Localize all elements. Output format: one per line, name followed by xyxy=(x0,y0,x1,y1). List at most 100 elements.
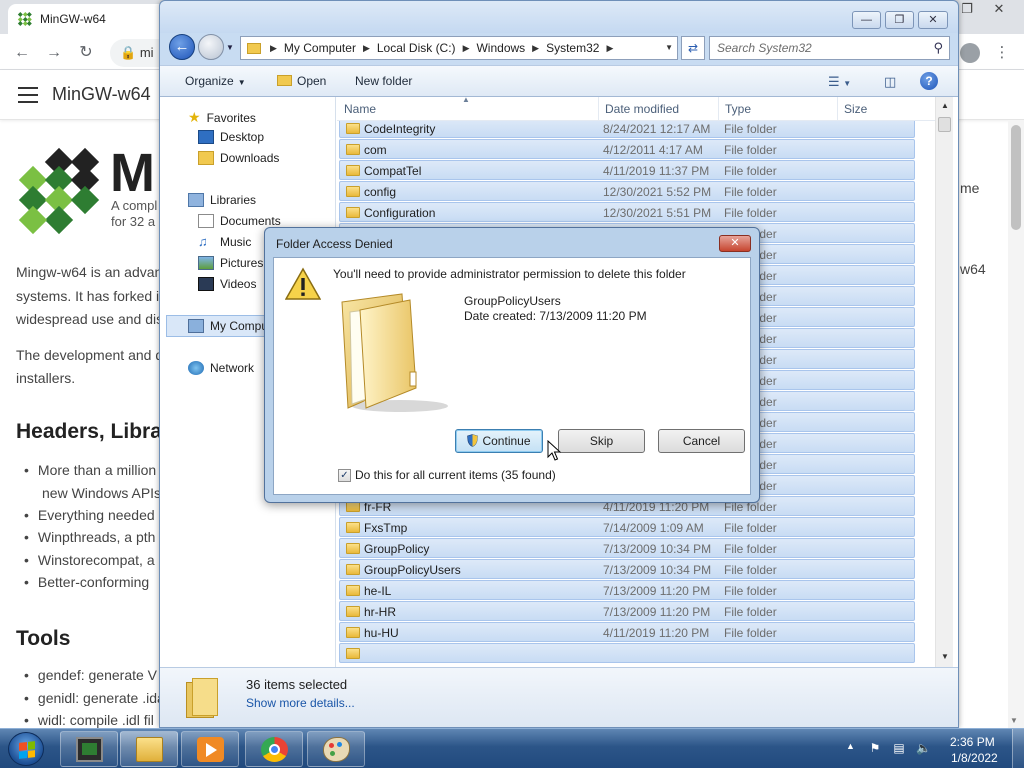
nav-libraries[interactable]: Libraries xyxy=(188,193,256,207)
search-input[interactable]: Search System32 ⚲ xyxy=(709,36,950,60)
apply-to-all-checkbox[interactable]: ✓ xyxy=(338,469,351,482)
scroll-down-icon[interactable]: ▼ xyxy=(941,652,949,661)
forward-arrow-icon[interactable] xyxy=(198,34,224,60)
file-row[interactable]: GroupPolicyUsers 7/13/2009 10:34 PM File f… xyxy=(339,559,915,579)
organize-button[interactable]: Organize ▼ xyxy=(185,74,246,88)
explorer-title-bar[interactable]: — ❐ ✕ xyxy=(160,1,958,33)
dialog-close-button[interactable]: ✕ xyxy=(719,235,751,252)
continue-button[interactable]: Continue xyxy=(455,429,543,453)
file-row[interactable]: CodeIntegrity 8/24/2021 12:17 AM File fold… xyxy=(339,121,915,138)
browser-tab[interactable]: MinGW-w64 xyxy=(8,4,168,34)
column-size[interactable]: Size xyxy=(844,102,867,116)
file-row[interactable]: he-IL 7/13/2009 11:20 PM File folder xyxy=(339,580,915,600)
show-desktop-button[interactable] xyxy=(1012,729,1024,768)
chevron-right-icon[interactable]: ▶ xyxy=(603,43,616,54)
back-arrow-icon[interactable]: ← xyxy=(169,34,195,60)
taskbar-chrome-browser[interactable] xyxy=(245,731,303,767)
breadcrumb-windows[interactable]: Windows xyxy=(472,41,529,55)
start-button[interactable] xyxy=(8,732,44,766)
nav-music[interactable]: ♫ Music xyxy=(198,235,251,250)
scroll-down-icon[interactable]: ▼ xyxy=(1010,716,1018,725)
browser-menu-icon[interactable]: ⋮ xyxy=(990,41,1014,65)
taskbar: ▲ ⚑ ▤ 🔈 2:36 PM 1/8/2022 xyxy=(0,728,1024,768)
profile-avatar[interactable] xyxy=(958,41,982,65)
close-icon[interactable]: ✕ xyxy=(984,0,1014,18)
windows-logo-icon xyxy=(19,741,35,759)
nav-label: Documents xyxy=(220,214,281,228)
breadcrumb-system32[interactable]: System32 xyxy=(542,41,603,55)
address-breadcrumb[interactable]: ▶ My Computer ▶ Local Disk (C:) ▶ Window… xyxy=(240,36,678,60)
preview-pane-icon[interactable]: ◫ xyxy=(884,74,896,90)
browser-scroll-thumb[interactable] xyxy=(1011,125,1021,230)
chevron-right-icon[interactable]: ▶ xyxy=(460,43,473,54)
chevron-right-icon[interactable]: ▶ xyxy=(529,43,542,54)
cancel-button[interactable]: Cancel xyxy=(658,429,745,453)
file-row[interactable]: hr-HR 7/13/2009 11:20 PM File folder xyxy=(339,601,915,621)
show-hidden-icons-icon[interactable]: ▲ xyxy=(846,741,855,751)
apply-to-all-label[interactable]: Do this for all current items (35 found) xyxy=(355,468,556,482)
close-button[interactable]: ✕ xyxy=(918,11,948,29)
file-name: CodeIntegrity xyxy=(364,122,436,136)
site-title[interactable]: MinGW-w64 xyxy=(52,84,151,105)
taskbar-media-player[interactable] xyxy=(181,731,239,767)
address-text: mi xyxy=(139,45,154,60)
help-icon[interactable]: ? xyxy=(920,72,938,90)
forward-arrow-icon[interactable]: → xyxy=(42,41,66,65)
file-row[interactable]: GroupPolicy 7/13/2009 10:34 PM File folder xyxy=(339,538,915,558)
column-type[interactable]: Type xyxy=(725,102,751,116)
nav-pictures[interactable]: Pictures xyxy=(198,256,263,270)
search-icon[interactable]: ⚲ xyxy=(933,37,943,59)
explorer-nav-bar: ← ▼ ▶ My Computer ▶ Local Disk (C:) ▶ Wi… xyxy=(160,33,958,65)
maximize-button[interactable]: ❐ xyxy=(885,11,914,29)
taskbar-paint-app[interactable] xyxy=(307,731,365,767)
action-center-icon[interactable]: ⚑ xyxy=(868,741,882,755)
hamburger-menu-icon[interactable] xyxy=(18,87,38,103)
scroll-up-icon[interactable]: ▲ xyxy=(941,101,949,110)
show-more-details-link[interactable]: Show more details... xyxy=(246,696,355,710)
taskbar-terminal-app[interactable] xyxy=(60,731,118,767)
clock-time[interactable]: 2:36 PM xyxy=(950,735,995,749)
history-dropdown-icon[interactable]: ▼ xyxy=(226,43,234,52)
nav-downloads[interactable]: Downloads xyxy=(198,151,279,165)
chevron-right-icon[interactable]: ▶ xyxy=(360,43,373,54)
column-date-modified[interactable]: Date modified xyxy=(605,102,679,116)
file-row[interactable]: Configuration 12/30/2021 5:51 PM File fold… xyxy=(339,202,915,222)
address-dropdown-icon[interactable]: ▼ xyxy=(665,43,673,52)
chevron-right-icon[interactable]: ▶ xyxy=(267,43,280,54)
nav-videos[interactable]: Videos xyxy=(198,277,256,291)
intro-line-2: systems. It has forked i xyxy=(16,288,160,304)
minimize-button[interactable]: — xyxy=(852,11,881,29)
breadcrumb-local-disk[interactable]: Local Disk (C:) xyxy=(373,41,460,55)
scroll-thumb[interactable] xyxy=(938,117,951,132)
column-name[interactable]: Name xyxy=(344,102,376,116)
address-bar[interactable]: 🔒 mi xyxy=(110,39,166,67)
refresh-icon[interactable]: ⇄ xyxy=(681,36,705,60)
taskbar-file-explorer[interactable] xyxy=(120,731,178,767)
volume-icon[interactable]: 🔈 xyxy=(916,741,931,755)
file-row[interactable]: FxsTmp 7/14/2009 1:09 AM File folder xyxy=(339,517,915,537)
file-row[interactable]: config 12/30/2021 5:52 PM File folder xyxy=(339,181,915,201)
clock-date[interactable]: 1/8/2022 xyxy=(951,751,998,765)
file-list-scrollbar[interactable]: ▲ ▼ xyxy=(935,97,953,667)
breadcrumb-my-computer[interactable]: My Computer xyxy=(280,41,360,55)
headers-heading: Headers, Librar xyxy=(16,420,171,443)
file-row[interactable]: hu-HU 4/11/2019 11:20 PM File folder xyxy=(339,622,915,642)
mingw-logo xyxy=(15,147,103,235)
file-row[interactable]: CompatTel 4/11/2019 11:37 PM File folder xyxy=(339,160,915,180)
nav-documents[interactable]: Documents xyxy=(198,214,281,228)
reload-icon[interactable]: ↻ xyxy=(74,41,98,65)
mouse-cursor-icon xyxy=(547,440,561,461)
file-row[interactable] xyxy=(339,643,915,663)
new-folder-button[interactable]: New folder xyxy=(355,74,412,88)
open-button[interactable]: Open xyxy=(277,74,326,88)
network-tray-icon[interactable]: ▤ xyxy=(892,741,906,755)
nav-favorites[interactable]: ★ Favorites xyxy=(188,109,256,126)
organize-label: Organize xyxy=(185,74,234,88)
change-view-icon[interactable]: ☰ ▼ xyxy=(828,74,851,90)
nav-network[interactable]: Network xyxy=(188,361,254,375)
file-row[interactable]: com 4/12/2011 4:17 AM File folder xyxy=(339,139,915,159)
skip-button[interactable]: Skip xyxy=(558,429,645,453)
folder-icon xyxy=(346,522,360,533)
back-arrow-icon[interactable]: ← xyxy=(10,41,34,65)
nav-desktop[interactable]: Desktop xyxy=(198,130,264,144)
